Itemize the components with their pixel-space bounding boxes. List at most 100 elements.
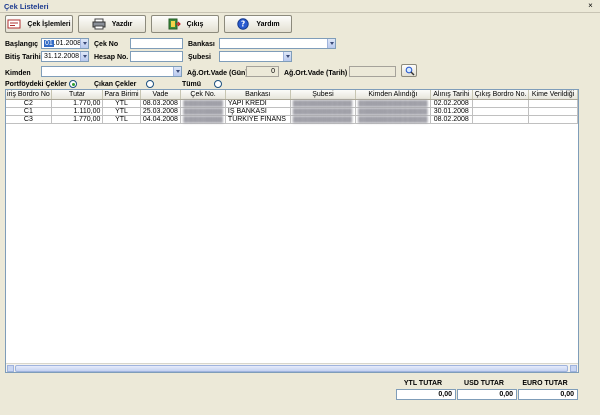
chevron-down-icon[interactable] bbox=[80, 52, 88, 61]
cell-kime bbox=[528, 115, 578, 124]
chevron-down-icon[interactable] bbox=[327, 39, 335, 48]
baslangic-label: Başlangıç bbox=[5, 41, 39, 48]
cell-vade: 25.03.2008 bbox=[140, 107, 182, 116]
column-header[interactable]: Vade bbox=[140, 90, 182, 100]
svg-text:?: ? bbox=[241, 20, 245, 29]
bitis-date-input[interactable]: 31.12.2008 bbox=[41, 51, 89, 62]
hesapno-input[interactable] bbox=[130, 51, 183, 62]
cell-kimden: ██████████████ bbox=[355, 99, 431, 108]
cell-cekno: ████████ bbox=[180, 115, 226, 124]
cek-islemleri-label: Çek İşlemleri bbox=[27, 20, 71, 28]
cell-bordro: C2 bbox=[6, 99, 52, 108]
cekno-input[interactable] bbox=[130, 38, 183, 49]
yardim-button[interactable]: ? Yardım bbox=[224, 15, 292, 33]
cell-alinis: 08.02.2008 bbox=[430, 115, 474, 124]
subesi-label: Şubesi bbox=[188, 54, 211, 61]
portfoy-label: Portföydeki Çekler bbox=[5, 81, 67, 88]
kimden-select[interactable] bbox=[41, 66, 182, 77]
euro-total-value: 0,00 bbox=[518, 389, 578, 400]
search-button[interactable] bbox=[401, 64, 417, 77]
table-header-row: iriş Bordro No Tutar Para Birimi Vade Çe… bbox=[6, 90, 578, 100]
bankasi-label: Bankası bbox=[188, 41, 215, 48]
cheque-icon bbox=[7, 18, 21, 30]
cek-islemleri-button[interactable]: Çek İşlemleri bbox=[5, 15, 73, 33]
cell-tutar: 1.770,00 bbox=[51, 99, 104, 108]
cell-banka: YAPI KREDİ bbox=[225, 99, 291, 108]
title-bar: Çek Listeleri × bbox=[0, 0, 600, 13]
bitis-label: Bitiş Tarihi bbox=[5, 54, 41, 61]
table-row[interactable]: C2 1.770,00 YTL 08.03.2008 ████████ YAPI… bbox=[6, 99, 578, 108]
close-icon[interactable]: × bbox=[586, 2, 595, 11]
baslangic-date-input[interactable]: 01.01.2008 bbox=[41, 38, 89, 49]
window-title: Çek Listeleri bbox=[4, 2, 49, 11]
cikan-radio[interactable] bbox=[146, 80, 154, 88]
cell-kime bbox=[528, 99, 578, 108]
column-header[interactable]: Tutar bbox=[51, 90, 104, 100]
help-icon: ? bbox=[236, 18, 250, 30]
column-header[interactable]: Para Birimi bbox=[102, 90, 141, 100]
cikan-label: Çıkan Çekler bbox=[94, 81, 137, 88]
yazdir-button[interactable]: Yazdır bbox=[78, 15, 146, 33]
yardim-label: Yardım bbox=[256, 20, 280, 28]
cikis-button[interactable]: Çıkış bbox=[151, 15, 219, 33]
cell-cikis bbox=[472, 107, 530, 116]
column-header[interactable]: Şubesi bbox=[290, 90, 357, 100]
cell-cekno: ████████ bbox=[180, 99, 226, 108]
cell-sube: ████████████ bbox=[290, 99, 357, 108]
cekno-label: Çek No bbox=[94, 41, 119, 48]
hesapno-label: Hesap No. bbox=[94, 54, 129, 61]
bitis-value: 31.12.2008 bbox=[44, 53, 80, 60]
ytl-total-value: 0,00 bbox=[396, 389, 456, 400]
column-header[interactable]: Çıkış Bordro No. bbox=[472, 90, 530, 100]
table-row[interactable]: C1 1.110,00 YTL 25.03.2008 ████████ İŞ B… bbox=[6, 107, 578, 116]
chevron-down-icon[interactable] bbox=[173, 67, 181, 76]
kimden-label: Kimden bbox=[5, 70, 31, 77]
column-header[interactable]: iriş Bordro No bbox=[6, 90, 52, 100]
cell-birim: YTL bbox=[102, 115, 141, 124]
baslangic-rest: .01.2008 bbox=[53, 40, 82, 47]
cell-banka: TÜRKİYE FİNANS bbox=[225, 115, 291, 124]
table-row[interactable]: C3 1.770,00 YTL 04.04.2008 ████████ TÜRK… bbox=[6, 115, 578, 124]
horizontal-scrollbar[interactable] bbox=[6, 363, 578, 372]
cell-vade: 08.03.2008 bbox=[140, 99, 182, 108]
cell-cikis bbox=[472, 115, 530, 124]
cell-sube: ████████████ bbox=[290, 115, 357, 124]
column-header[interactable]: Çek No. bbox=[180, 90, 226, 100]
cikis-label: Çıkış bbox=[186, 20, 204, 28]
baslangic-day: 01 bbox=[44, 40, 54, 47]
column-header[interactable]: Kimden Alındığı bbox=[355, 90, 431, 100]
cheque-table[interactable]: iriş Bordro No Tutar Para Birimi Vade Çe… bbox=[5, 89, 579, 373]
column-header[interactable]: Kime Verildiği bbox=[528, 90, 578, 100]
cell-cekno: ████████ bbox=[180, 107, 226, 116]
chevron-down-icon[interactable] bbox=[80, 39, 88, 48]
cell-vade: 04.04.2008 bbox=[140, 115, 182, 124]
chevron-down-icon[interactable] bbox=[283, 52, 291, 61]
subesi-select[interactable] bbox=[219, 51, 292, 62]
exit-icon bbox=[167, 18, 181, 30]
cell-tutar: 1.110,00 bbox=[51, 107, 104, 116]
cell-kimden: ██████████████ bbox=[355, 107, 431, 116]
cheque-table-grid: iriş Bordro No Tutar Para Birimi Vade Çe… bbox=[6, 90, 578, 124]
column-header[interactable]: Alınış Tarihi bbox=[430, 90, 474, 100]
column-header[interactable]: Bankası bbox=[225, 90, 291, 100]
agort-gun-value: 0 bbox=[246, 66, 279, 77]
cell-bordro: C1 bbox=[6, 107, 52, 116]
cell-bordro: C3 bbox=[6, 115, 52, 124]
cell-alinis: 30.01.2008 bbox=[430, 107, 474, 116]
portfoy-radio[interactable] bbox=[69, 80, 77, 88]
scroll-right-icon[interactable] bbox=[570, 365, 577, 372]
bankasi-select[interactable] bbox=[219, 38, 336, 49]
cell-kime bbox=[528, 107, 578, 116]
cell-banka: İŞ BANKASI bbox=[225, 107, 291, 116]
tumu-radio[interactable] bbox=[214, 80, 222, 88]
scrollbar-thumb[interactable] bbox=[15, 365, 568, 372]
cell-sube: ████████████ bbox=[290, 107, 357, 116]
ytl-total-label: YTL TUTAR bbox=[403, 380, 443, 387]
cell-cikis bbox=[472, 99, 530, 108]
agort-tarih-value bbox=[349, 66, 396, 77]
cell-birim: YTL bbox=[102, 99, 141, 108]
scroll-left-icon[interactable] bbox=[7, 365, 14, 372]
agort-gun-label: Ağ.Ort.Vade (Gün) bbox=[187, 70, 248, 77]
yazdir-label: Yazdır bbox=[111, 20, 133, 28]
printer-icon bbox=[92, 18, 106, 30]
